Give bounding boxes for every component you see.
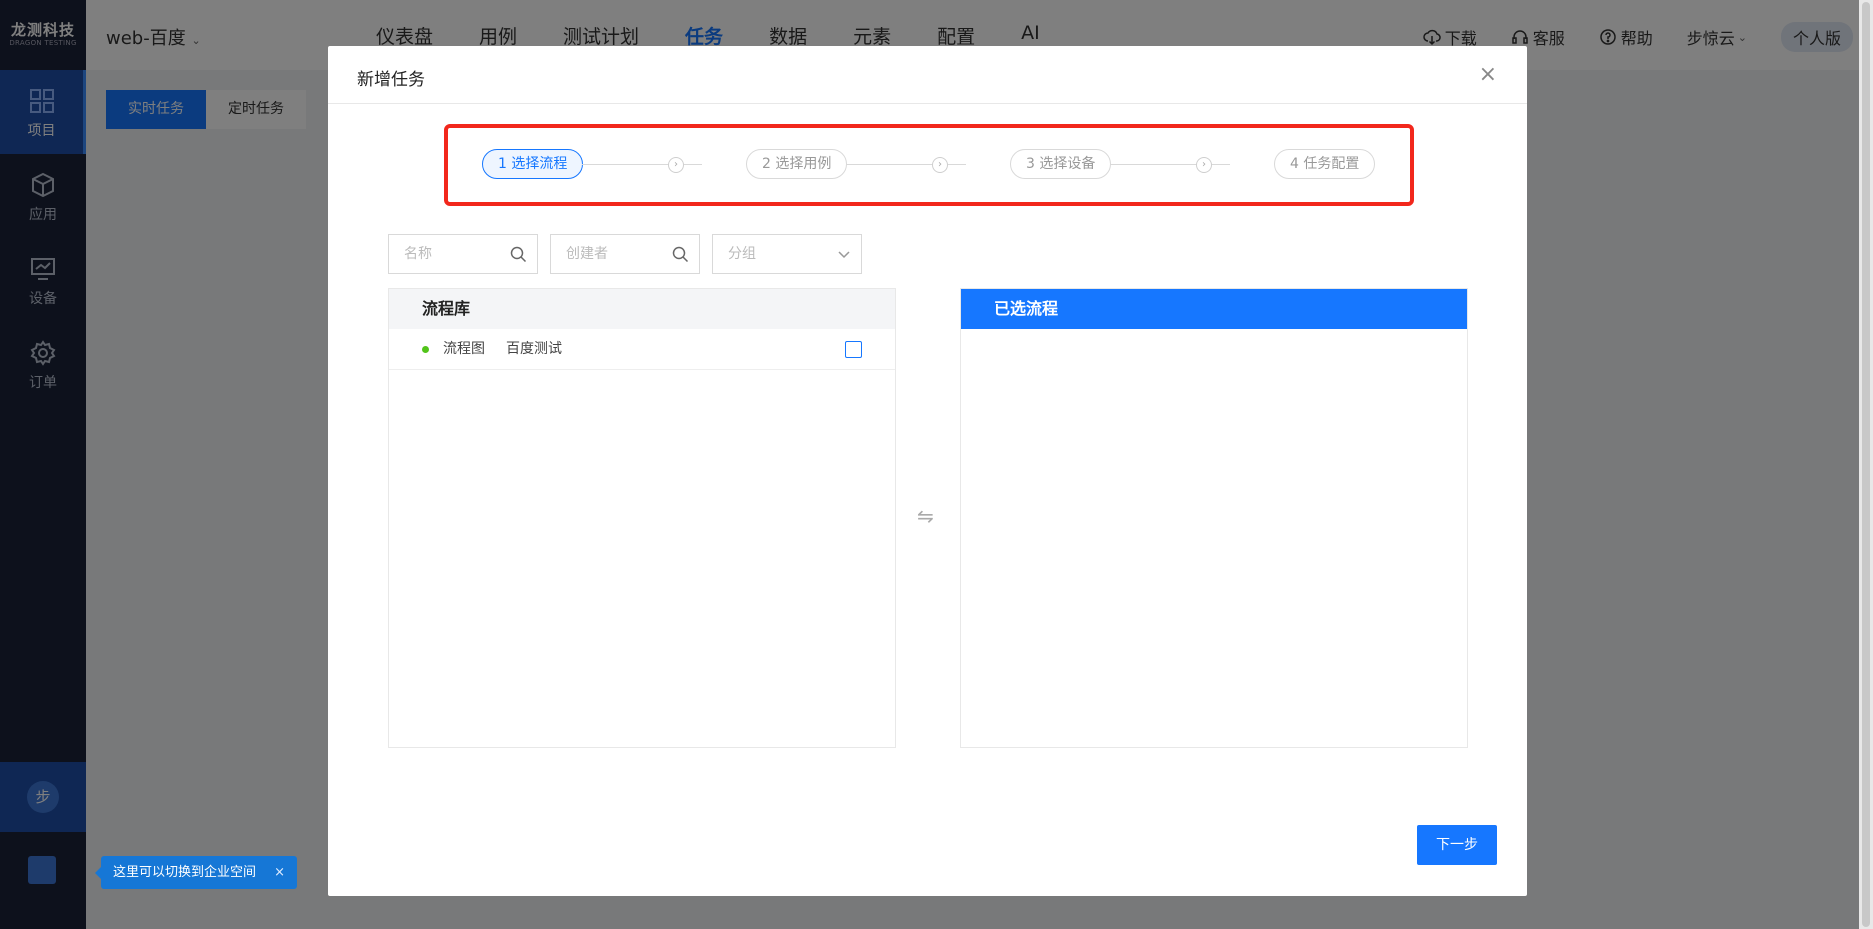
creator-search-input[interactable]: 创建者 — [550, 234, 700, 274]
flow-library-title: 流程库 — [389, 289, 895, 329]
chevron-right-icon: › — [1196, 157, 1212, 173]
selected-flow-panel: 已选流程 — [960, 288, 1468, 748]
chevron-right-icon: › — [668, 157, 684, 173]
name-search-input[interactable]: 名称 — [388, 234, 538, 274]
next-step-button[interactable]: 下一步 — [1417, 825, 1497, 865]
new-task-dialog: 新增任务 × 1 选择流程 › 2 选择用例 › 3 选择设备 › 4 任务配置… — [328, 46, 1527, 896]
flow-checkbox[interactable] — [845, 341, 862, 358]
search-icon — [672, 246, 689, 263]
step-select-case[interactable]: 2 选择用例 — [746, 149, 848, 179]
tooltip-text: 这里可以切换到企业空间 — [113, 865, 257, 880]
list-item[interactable]: 流程图 百度测试 — [389, 329, 895, 370]
dialog-title: 新增任务 — [357, 70, 425, 90]
flow-library-panel: 流程库 流程图 百度测试 — [388, 288, 896, 748]
step-indicator: 1 选择流程 › 2 选择用例 › 3 选择设备 › 4 任务配置 — [482, 149, 1376, 181]
step-task-config[interactable]: 4 任务配置 — [1274, 149, 1376, 179]
group-placeholder: 分组 — [728, 246, 756, 262]
step-connector — [582, 164, 702, 165]
group-select[interactable]: 分组 — [712, 234, 862, 274]
scrollbar-thumb[interactable] — [1862, 2, 1870, 927]
flow-type: 流程图 — [443, 341, 485, 357]
step-select-device[interactable]: 3 选择设备 — [1010, 149, 1112, 179]
status-dot — [422, 346, 429, 353]
enterprise-tooltip: 这里可以切换到企业空间 × — [94, 856, 298, 889]
close-icon[interactable]: × — [1479, 62, 1497, 87]
transfer-icon: ⇋ — [917, 504, 934, 528]
chevron-down-icon — [838, 251, 850, 259]
dialog-header: 新增任务 × — [328, 46, 1527, 104]
name-placeholder: 名称 — [404, 246, 432, 262]
selected-flow-title: 已选流程 — [961, 289, 1467, 329]
creator-placeholder: 创建者 — [566, 246, 608, 262]
filter-bar: 名称 创建者 分组 — [388, 234, 874, 274]
page-scrollbar[interactable] — [1859, 0, 1873, 929]
step-connector — [1110, 164, 1230, 165]
flow-name: 百度测试 — [506, 341, 562, 357]
chevron-right-icon: › — [932, 157, 948, 173]
step-connector — [846, 164, 966, 165]
step-select-flow[interactable]: 1 选择流程 — [482, 149, 584, 179]
close-icon[interactable]: × — [274, 865, 285, 880]
search-icon — [510, 246, 527, 263]
